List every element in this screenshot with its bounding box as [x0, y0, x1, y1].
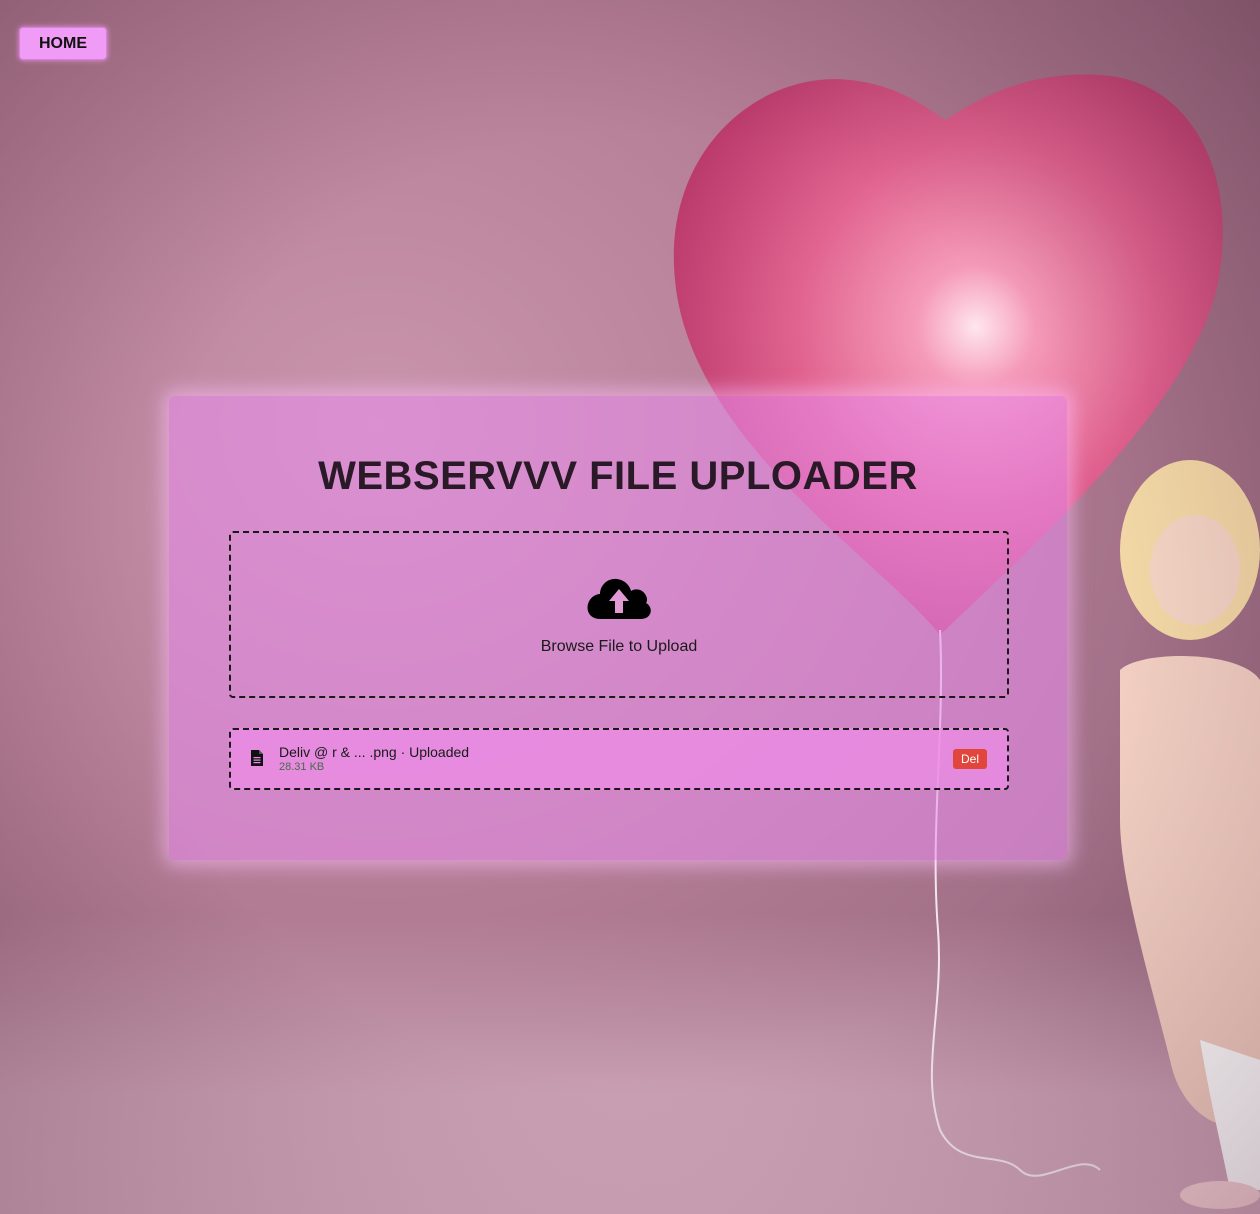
delete-file-button[interactable]: Del	[953, 749, 987, 769]
file-name: Deliv @ r & ... .png · Uploaded	[279, 744, 470, 760]
file-size: 28.31 KB	[279, 761, 325, 773]
cloud-upload-icon	[587, 578, 651, 619]
uploaded-file-row: Deliv @ r & ... .png · Uploaded 28.31 KB…	[229, 728, 1009, 790]
file-icon	[251, 750, 263, 766]
dropzone-label: Browse File to Upload	[540, 638, 698, 655]
page-title: WEBSERVVV FILE UPLOADER	[318, 454, 918, 498]
file-dropzone[interactable]: Browse File to Upload	[229, 531, 1009, 698]
home-button[interactable]: HOME	[19, 27, 107, 60]
uploader-card: WEBSERVVV FILE UPLOADER Browse File to U…	[169, 396, 1067, 860]
